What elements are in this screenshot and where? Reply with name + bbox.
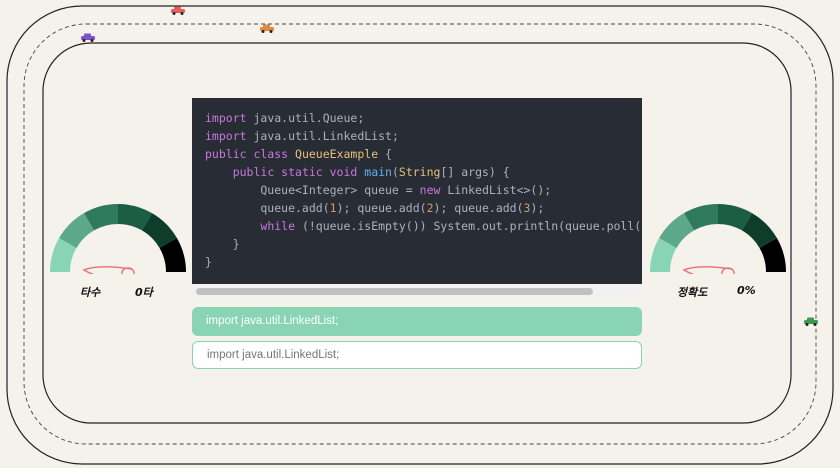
- orange-car-icon: [260, 24, 274, 33]
- current-line-display: import java.util.LinkedList;: [192, 307, 642, 336]
- code-horizontal-scrollbar[interactable]: [192, 284, 642, 298]
- scrollbar-thumb[interactable]: [196, 288, 593, 295]
- code-line: }: [205, 255, 212, 269]
- code-line: import java.util.LinkedList;: [205, 129, 399, 143]
- code-line: import java.util.Queue;: [205, 111, 365, 125]
- accuracy-gauge-label: 정확도: [677, 286, 708, 299]
- accuracy-gauge-value: 0%: [737, 284, 756, 297]
- typing-input[interactable]: [192, 341, 642, 369]
- speed-gauge-label: 타수: [80, 286, 101, 299]
- code-line: }: [205, 237, 240, 251]
- gauge-needle: [82, 266, 133, 274]
- gauge-needle: [682, 266, 733, 274]
- code-line: while (!queue.isEmpty()) System.out.prin…: [260, 219, 642, 233]
- green-car-icon: [804, 317, 818, 326]
- code-line: Queue<Integer> queue = new LinkedList<>(…: [205, 183, 552, 197]
- code-line: queue.add(1); queue.add(2); queue.add(3)…: [205, 201, 545, 215]
- purple-car-icon: [81, 33, 95, 42]
- speed-gauge: [50, 204, 186, 274]
- speed-gauge-value: 0타: [135, 286, 153, 299]
- code-viewer: import java.util.Queue; import java.util…: [192, 98, 642, 284]
- code-line: public class QueueExample {: [205, 147, 392, 161]
- code-block: import java.util.Queue; import java.util…: [205, 109, 642, 271]
- red-car-icon: [171, 6, 185, 15]
- accuracy-gauge: [650, 204, 786, 274]
- code-line: public static void main(String[] args) {: [232, 165, 510, 179]
